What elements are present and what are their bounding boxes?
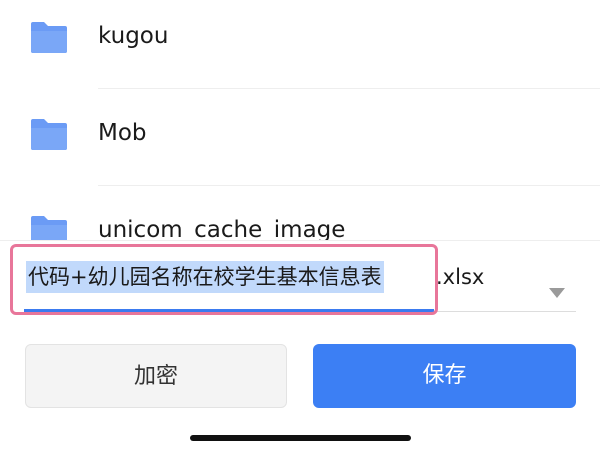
save-button[interactable]: 保存 bbox=[313, 344, 576, 408]
folder-name: unicom_cache_image bbox=[98, 217, 346, 240]
encrypt-button[interactable]: 加密 bbox=[25, 344, 287, 408]
folder-row-mob[interactable]: Mob bbox=[0, 97, 600, 193]
highlight-box bbox=[10, 244, 438, 315]
folder-row-kugou[interactable]: kugou bbox=[0, 0, 600, 96]
folder-icon bbox=[31, 119, 67, 150]
folder-icon bbox=[31, 22, 67, 53]
folder-name: kugou bbox=[98, 23, 169, 49]
filename-extension: .xlsx bbox=[436, 265, 485, 289]
folder-icon bbox=[31, 216, 67, 240]
folder-row-unicom-cache-image[interactable]: unicom_cache_image bbox=[0, 194, 600, 240]
home-indicator[interactable] bbox=[190, 435, 411, 441]
folder-name: Mob bbox=[98, 120, 147, 146]
row-divider bbox=[98, 88, 600, 89]
triangle-down-icon[interactable] bbox=[548, 287, 566, 299]
save-panel: 代码+幼儿园名称在校学生基本信息表 .xlsx 加密 保存 bbox=[0, 240, 600, 451]
row-divider bbox=[98, 185, 600, 186]
file-list: kugou Mob unicom_cache_image bbox=[0, 0, 600, 240]
